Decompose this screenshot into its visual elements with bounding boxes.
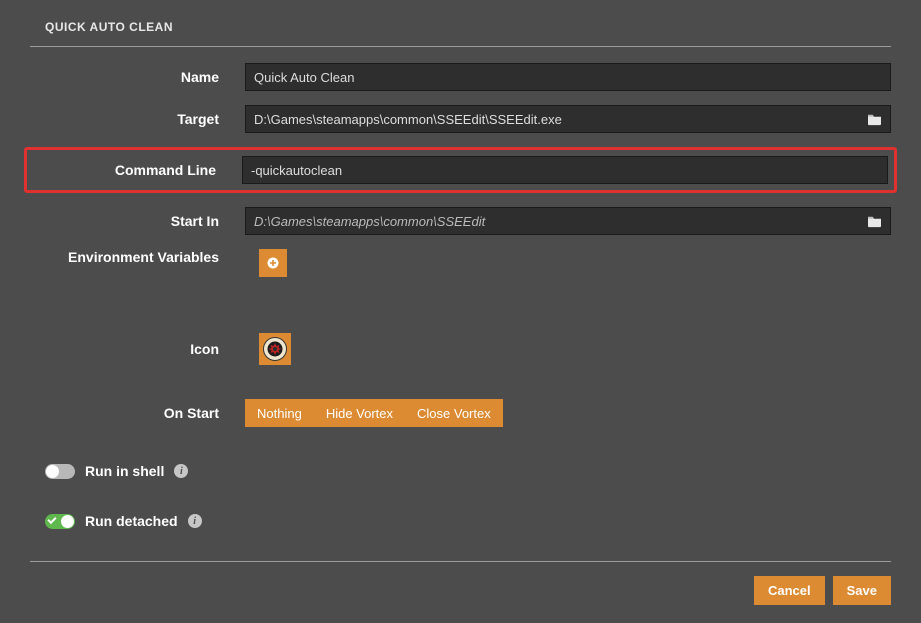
- command-line-input-wrap[interactable]: [242, 156, 888, 184]
- run-in-shell-row: Run in shell i: [30, 463, 891, 479]
- dialog-title: QUICK AUTO CLEAN: [30, 20, 891, 46]
- run-detached-label: Run detached: [85, 513, 178, 529]
- row-icon: Icon: [30, 333, 891, 365]
- label-target: Target: [30, 111, 245, 127]
- on-start-option-nothing[interactable]: Nothing: [245, 399, 314, 427]
- info-icon[interactable]: i: [188, 514, 202, 528]
- run-in-shell-toggle[interactable]: [45, 464, 75, 479]
- dialog: QUICK AUTO CLEAN Name Target: [0, 0, 921, 623]
- row-target: Target: [30, 105, 891, 133]
- label-icon: Icon: [30, 341, 245, 357]
- folder-icon[interactable]: [867, 113, 882, 126]
- run-detached-toggle[interactable]: [45, 514, 75, 529]
- folder-icon[interactable]: [867, 215, 882, 228]
- tool-icon: [263, 337, 287, 361]
- name-input-wrap[interactable]: [245, 63, 891, 91]
- plus-icon: [267, 257, 279, 269]
- command-line-input[interactable]: [251, 163, 879, 178]
- save-button[interactable]: Save: [833, 576, 891, 605]
- start-in-input[interactable]: [254, 214, 861, 229]
- label-command-line: Command Line: [27, 162, 242, 178]
- row-name: Name: [30, 63, 891, 91]
- row-command-line-highlighted: Command Line: [24, 147, 897, 193]
- label-start-in: Start In: [30, 213, 245, 229]
- cancel-button[interactable]: Cancel: [754, 576, 825, 605]
- name-input[interactable]: [254, 70, 882, 85]
- target-input-wrap[interactable]: [245, 105, 891, 133]
- icon-picker-button[interactable]: [259, 333, 291, 365]
- label-on-start: On Start: [30, 405, 245, 421]
- run-in-shell-label: Run in shell: [85, 463, 164, 479]
- footer: Cancel Save: [30, 561, 891, 605]
- divider: [30, 46, 891, 47]
- label-name: Name: [30, 69, 245, 85]
- row-env-vars: Environment Variables: [30, 249, 891, 277]
- label-env-vars: Environment Variables: [30, 249, 245, 265]
- add-env-var-button[interactable]: [259, 249, 287, 277]
- on-start-segmented: Nothing Hide Vortex Close Vortex: [245, 399, 503, 427]
- target-input[interactable]: [254, 112, 861, 127]
- row-on-start: On Start Nothing Hide Vortex Close Vorte…: [30, 399, 891, 427]
- run-detached-row: Run detached i: [30, 513, 891, 529]
- start-in-input-wrap[interactable]: [245, 207, 891, 235]
- switches: Run in shell i Run detached i: [30, 463, 891, 529]
- info-icon[interactable]: i: [174, 464, 188, 478]
- form: Name Target Command Line: [30, 63, 891, 427]
- on-start-option-hide-vortex[interactable]: Hide Vortex: [314, 399, 405, 427]
- row-start-in: Start In: [30, 207, 891, 235]
- divider: [30, 561, 891, 562]
- on-start-option-close-vortex[interactable]: Close Vortex: [405, 399, 503, 427]
